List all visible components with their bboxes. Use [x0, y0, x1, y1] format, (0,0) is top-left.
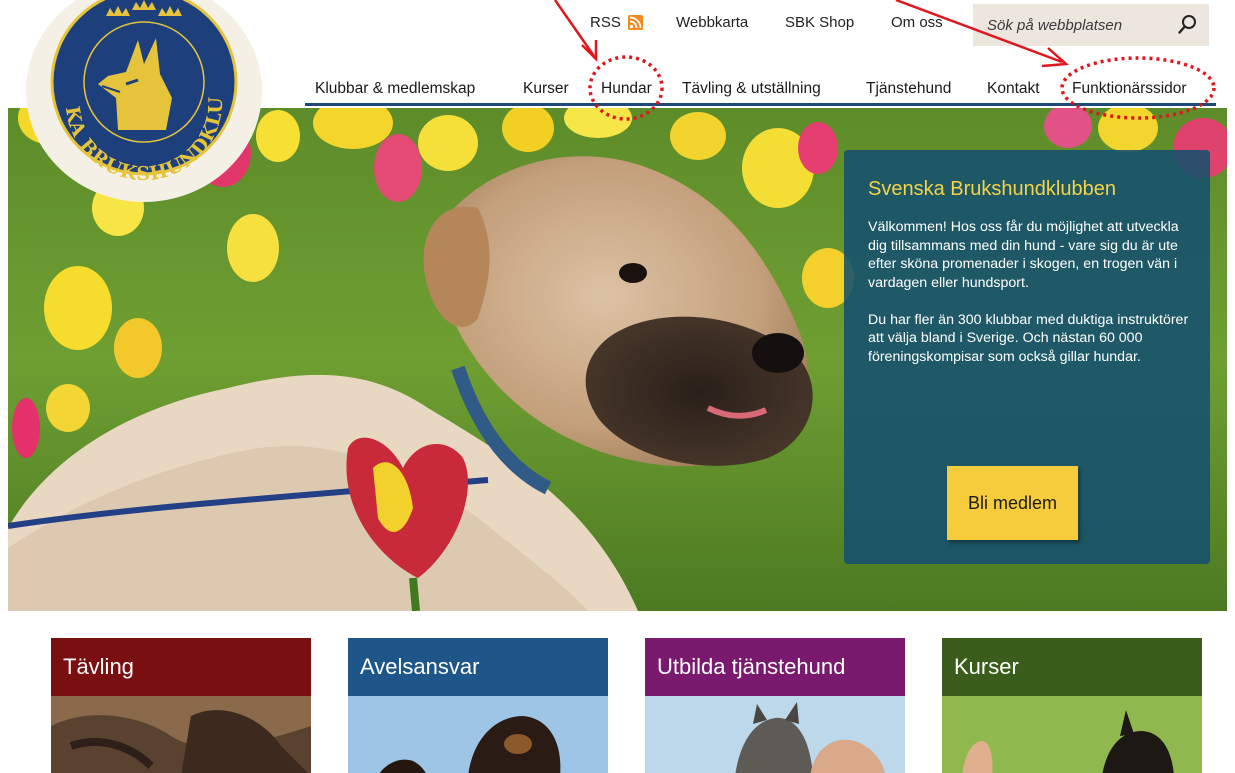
welcome-paragraph-2: Du har fler än 300 klubbar med duktiga i… [868, 311, 1189, 365]
card-utbilda-tjanstehund[interactable]: Utbilda tjänstehund [645, 638, 905, 773]
club-emblem: SVENSKA BRUKSHUNDKLUBBEN [26, 0, 238, 185]
search-icon [1178, 15, 1196, 34]
welcome-text: Välkommen! Hos oss får du möjlighet att … [868, 218, 1194, 366]
welcome-panel: Svenska Brukshundklubben Välkommen! Hos … [844, 150, 1210, 564]
card-tavling[interactable]: Tävling [51, 638, 311, 773]
card-image-kurser [942, 696, 1202, 773]
sitemap-link[interactable]: Webbkarta [676, 14, 748, 31]
welcome-paragraph-1: Välkommen! Hos oss får du möjlighet att … [868, 219, 1179, 291]
become-member-button[interactable]: Bli medlem [947, 466, 1078, 540]
card-title: Tävling [51, 638, 311, 696]
feature-cards: Tävling Avelsansvar Utbilda tjänstehund [0, 611, 1235, 773]
main-nav: Klubbar & medlemskap Kurser Hundar Tävli… [305, 78, 1216, 106]
nav-item-hundar[interactable]: Hundar [601, 80, 652, 98]
card-image-tjanstehund [645, 696, 905, 773]
card-image-tavling [51, 696, 311, 773]
nav-item-funktionarssidor[interactable]: Funktionärssidor [1072, 80, 1187, 98]
rss-icon[interactable] [628, 15, 643, 30]
sbk-shop-link[interactable]: SBK Shop [785, 14, 854, 31]
rss-link[interactable]: RSS [590, 14, 621, 31]
card-kurser[interactable]: Kurser [942, 638, 1202, 773]
search-button[interactable] [1175, 12, 1201, 38]
card-title: Avelsansvar [348, 638, 608, 696]
search-input[interactable] [987, 14, 1167, 36]
card-avelsansvar[interactable]: Avelsansvar [348, 638, 608, 773]
nav-item-kontakt[interactable]: Kontakt [987, 80, 1040, 98]
card-title: Kurser [942, 638, 1202, 696]
nav-item-klubbar-medlemskap[interactable]: Klubbar & medlemskap [315, 80, 475, 98]
club-logo[interactable]: SVENSKA BRUKSHUNDKLUBBEN [26, 0, 262, 202]
card-title: Utbilda tjänstehund [645, 638, 905, 696]
search-box [973, 4, 1209, 46]
nav-item-kurser[interactable]: Kurser [523, 80, 569, 98]
welcome-title: Svenska Brukshundklubben [868, 178, 1116, 200]
about-link[interactable]: Om oss [891, 14, 943, 31]
nav-item-tjanstehund[interactable]: Tjänstehund [866, 80, 951, 98]
nav-item-tavling-utstallning[interactable]: Tävling & utställning [682, 80, 821, 98]
card-image-avelsansvar [348, 696, 608, 773]
